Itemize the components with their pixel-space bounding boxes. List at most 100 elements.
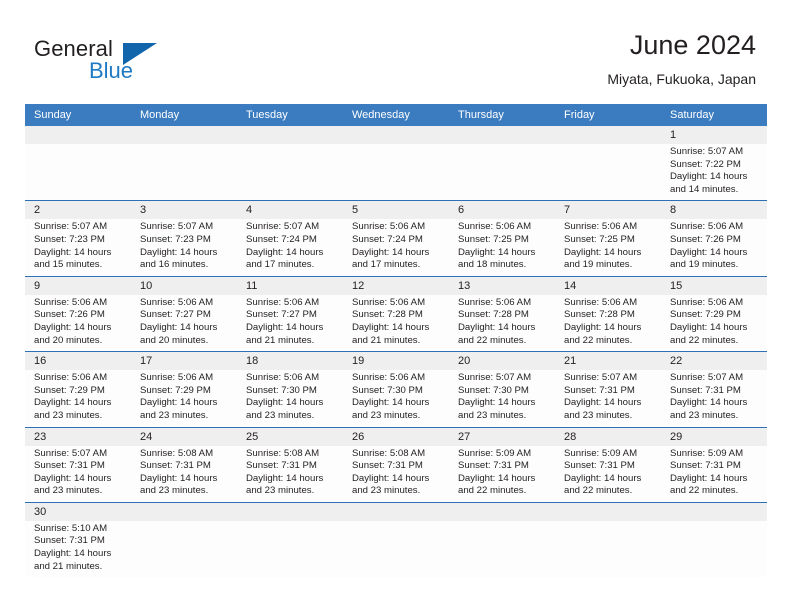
calendar-day-cell[interactable]: 13 Sunrise: 5:06 AM Sunset: 7:28 PM Dayligh… (449, 276, 555, 352)
day-number: 4 (237, 201, 343, 220)
calendar-week-row: 16 Sunrise: 5:06 AM Sunset: 7:29 PM Dayligh… (25, 352, 767, 428)
day-detail-line: Sunrise: 5:06 AM (34, 372, 108, 384)
day-detail-line: Daylight: 14 hours (246, 321, 324, 333)
day-number: 7 (555, 201, 661, 220)
day-detail-line: and 20 minutes. (140, 334, 209, 346)
day-details: Sunrise: 5:08 AM Sunset: 7:31 PM Daylight:… (237, 446, 343, 502)
calendar-day-cell[interactable]: 4 Sunrise: 5:07 AM Sunset: 7:24 PM Daylight… (237, 201, 343, 276)
day-detail-line: Sunrise: 5:06 AM (246, 296, 320, 308)
calendar-day-cell[interactable]: 27 Sunrise: 5:09 AM Sunset: 7:31 PM Dayligh… (449, 427, 555, 502)
calendar-day-cell[interactable]: 12 Sunrise: 5:06 AM Sunset: 7:28 PM Dayligh… (343, 276, 449, 352)
calendar-day-cell[interactable]: 14 Sunrise: 5:06 AM Sunset: 7:28 PM Dayligh… (555, 276, 661, 352)
calendar-day-cell[interactable]: 26 Sunrise: 5:08 AM Sunset: 7:31 PM Dayligh… (343, 427, 449, 502)
calendar-day-cell[interactable]: 21 Sunrise: 5:07 AM Sunset: 7:31 PM Dayligh… (555, 352, 661, 427)
calendar-day-cell[interactable]: 19 Sunrise: 5:06 AM Sunset: 7:30 PM Dayligh… (343, 352, 449, 427)
calendar-day-cell[interactable]: 29 Sunrise: 5:09 AM Sunset: 7:31 PM Dayligh… (661, 427, 767, 502)
day-number (237, 502, 343, 521)
day-number: 16 (25, 352, 131, 371)
calendar-day-cell[interactable]: 28 Sunrise: 5:09 AM Sunset: 7:31 PM Dayligh… (555, 427, 661, 502)
day-detail-line: Sunset: 7:28 PM (458, 309, 529, 321)
day-details: Sunrise: 5:07 AM Sunset: 7:23 PM Daylight:… (25, 219, 131, 275)
calendar-day-cell[interactable]: 20 Sunrise: 5:07 AM Sunset: 7:30 PM Dayligh… (449, 352, 555, 427)
logo-word-blue: Blue (89, 58, 134, 83)
day-detail-line: Sunset: 7:29 PM (670, 309, 741, 321)
calendar-day-cell[interactable]: 9 Sunrise: 5:06 AM Sunset: 7:26 PM Daylight… (25, 276, 131, 352)
day-detail-line: Sunset: 7:25 PM (458, 233, 529, 245)
day-detail-line: Sunrise: 5:07 AM (670, 146, 744, 157)
calendar-day-cell-empty (555, 502, 661, 578)
day-detail-line: and 20 minutes. (34, 334, 103, 346)
day-details: Sunrise: 5:08 AM Sunset: 7:31 PM Daylight:… (131, 446, 237, 502)
day-detail-line: Daylight: 14 hours (670, 472, 748, 484)
calendar-day-cell[interactable]: 15 Sunrise: 5:06 AM Sunset: 7:29 PM Dayligh… (661, 276, 767, 352)
day-detail-line: and 23 minutes. (564, 409, 633, 421)
day-detail-line: Sunrise: 5:06 AM (34, 296, 108, 308)
day-detail-line: Sunset: 7:31 PM (670, 460, 741, 472)
day-detail-line: Sunset: 7:30 PM (352, 384, 423, 396)
calendar-day-cell[interactable]: 6 Sunrise: 5:06 AM Sunset: 7:25 PM Daylight… (449, 201, 555, 276)
day-number: 26 (343, 427, 449, 446)
day-detail-line: and 19 minutes. (670, 259, 739, 271)
day-details (343, 521, 449, 527)
calendar-day-cell[interactable]: 22 Sunrise: 5:07 AM Sunset: 7:31 PM Dayligh… (661, 352, 767, 427)
day-details: Sunrise: 5:06 AM Sunset: 7:27 PM Daylight:… (237, 295, 343, 351)
calendar-week-row: 30 Sunrise: 5:10 AM Sunset: 7:31 PM Dayligh… (25, 502, 767, 578)
calendar-day-cell[interactable]: 17 Sunrise: 5:06 AM Sunset: 7:29 PM Dayligh… (131, 352, 237, 427)
general-blue-logo[interactable]: General Blue (34, 36, 224, 92)
calendar-day-cell[interactable]: 5 Sunrise: 5:06 AM Sunset: 7:24 PM Daylight… (343, 201, 449, 276)
day-details: Sunrise: 5:06 AM Sunset: 7:25 PM Daylight:… (449, 219, 555, 275)
day-details: Sunrise: 5:09 AM Sunset: 7:31 PM Daylight:… (555, 446, 661, 502)
calendar-grid: Sunday Monday Tuesday Wednesday Thursday Frid… (25, 104, 767, 578)
calendar-week-row: 1 Sunrise: 5:07 AM Sunset: 7:22 PM Daylight… (25, 126, 767, 202)
day-details: Sunrise: 5:06 AM Sunset: 7:28 PM Daylight:… (555, 295, 661, 351)
calendar-day-cell[interactable]: 1 Sunrise: 5:07 AM Sunset: 7:22 PM Daylight… (661, 126, 767, 201)
calendar-day-cell[interactable]: 18 Sunrise: 5:06 AM Sunset: 7:30 PM Dayligh… (237, 352, 343, 427)
calendar-day-cell-empty (131, 126, 237, 201)
calendar-day-cell[interactable]: 7 Sunrise: 5:06 AM Sunset: 7:25 PM Daylight… (555, 201, 661, 276)
day-number (661, 502, 767, 521)
title-block: June 2024 Miyata, Fukuoka, Japan (607, 28, 756, 88)
calendar-weeks: 1 Sunrise: 5:07 AM Sunset: 7:22 PM Daylight… (25, 126, 767, 578)
day-detail-line: Daylight: 14 hours (140, 321, 218, 333)
calendar-week-row: 23 Sunrise: 5:07 AM Sunset: 7:31 PM Dayligh… (25, 427, 767, 503)
day-number: 10 (131, 276, 237, 295)
day-detail-line: Sunset: 7:22 PM (670, 158, 741, 170)
weekday-header-row: Sunday Monday Tuesday Wednesday Thursday Frid… (25, 104, 767, 126)
day-details: Sunrise: 5:07 AM Sunset: 7:24 PM Daylight:… (237, 219, 343, 275)
day-detail-line: Sunrise: 5:06 AM (458, 221, 532, 233)
calendar-day-cell[interactable]: 8 Sunrise: 5:06 AM Sunset: 7:26 PM Daylight… (661, 201, 767, 276)
day-number (449, 502, 555, 521)
day-detail-line: Sunrise: 5:06 AM (564, 221, 638, 233)
day-details: Sunrise: 5:09 AM Sunset: 7:31 PM Daylight:… (449, 446, 555, 502)
weekday-header-sunday: Sunday (34, 109, 72, 121)
weekday-header-monday: Monday (140, 109, 180, 121)
day-detail-line: Daylight: 14 hours (352, 246, 430, 258)
day-detail-line: and 16 minutes. (140, 259, 209, 271)
day-detail-line: Sunrise: 5:06 AM (352, 296, 426, 308)
day-details (25, 144, 131, 150)
calendar-day-cell[interactable]: 23 Sunrise: 5:07 AM Sunset: 7:31 PM Dayligh… (25, 427, 131, 502)
calendar-day-cell-empty (661, 502, 767, 578)
day-detail-line: Daylight: 14 hours (34, 548, 112, 560)
calendar-day-cell[interactable]: 16 Sunrise: 5:06 AM Sunset: 7:29 PM Dayligh… (25, 352, 131, 427)
calendar-day-cell[interactable]: 25 Sunrise: 5:08 AM Sunset: 7:31 PM Dayligh… (237, 427, 343, 502)
calendar-day-cell[interactable]: 3 Sunrise: 5:07 AM Sunset: 7:23 PM Daylight… (131, 201, 237, 276)
day-detail-line: and 18 minutes. (458, 259, 527, 271)
calendar-day-cell[interactable]: 10 Sunrise: 5:06 AM Sunset: 7:27 PM Dayligh… (131, 276, 237, 352)
day-number: 22 (661, 352, 767, 371)
day-detail-line: Sunset: 7:24 PM (246, 233, 317, 245)
day-detail-line: Sunset: 7:26 PM (670, 233, 741, 245)
calendar-day-cell[interactable]: 24 Sunrise: 5:08 AM Sunset: 7:31 PM Dayligh… (131, 427, 237, 502)
calendar-day-cell-empty (343, 126, 449, 201)
day-number: 15 (661, 276, 767, 295)
calendar-day-cell-empty (237, 502, 343, 578)
day-detail-line: and 23 minutes. (670, 409, 739, 421)
day-detail-line: Sunset: 7:31 PM (564, 460, 635, 472)
calendar-day-cell[interactable]: 11 Sunrise: 5:06 AM Sunset: 7:27 PM Dayligh… (237, 276, 343, 352)
day-detail-line: and 23 minutes. (352, 409, 421, 421)
day-details: Sunrise: 5:08 AM Sunset: 7:31 PM Daylight:… (343, 446, 449, 502)
calendar-day-cell[interactable]: 2 Sunrise: 5:07 AM Sunset: 7:23 PM Daylight… (25, 201, 131, 276)
calendar-day-cell[interactable]: 30 Sunrise: 5:10 AM Sunset: 7:31 PM Dayligh… (25, 502, 131, 578)
day-number: 13 (449, 276, 555, 295)
day-number (555, 126, 661, 144)
